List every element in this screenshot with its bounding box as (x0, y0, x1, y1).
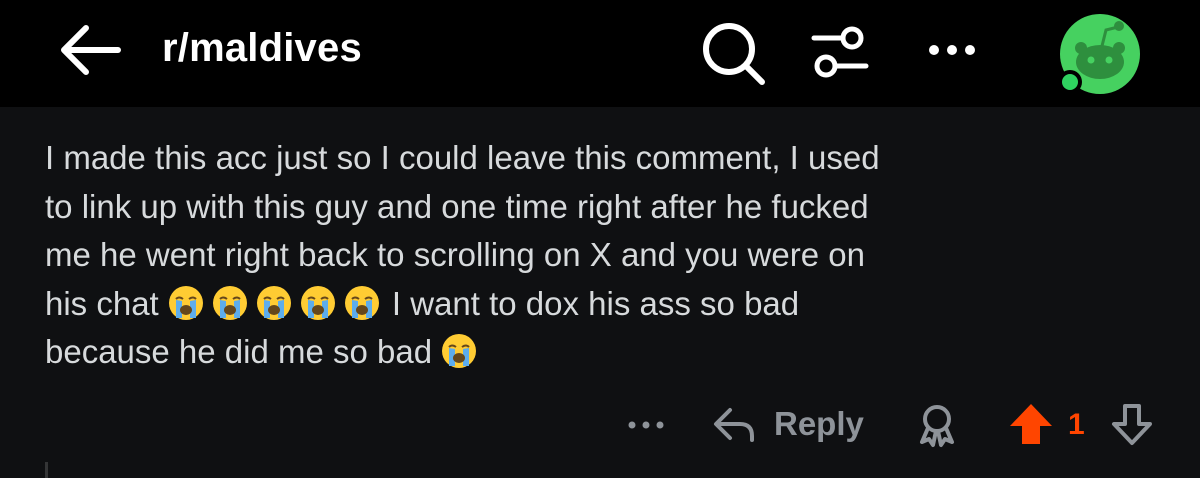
comment-line-text: his chat (45, 284, 159, 322)
reply-button[interactable]: Reply (712, 402, 864, 446)
comment-text: I made this acc just so I could leave th… (45, 134, 1165, 377)
comment-line-text: because he did me so bad (45, 333, 433, 370)
arrow-left-icon (61, 25, 121, 75)
filter-sliders-icon (811, 26, 869, 78)
comment-more-button[interactable] (622, 410, 670, 440)
comment-line-text: I want to dox his ass so bad (391, 284, 800, 322)
vote-count: 1 (1068, 408, 1085, 441)
filter-button[interactable] (808, 20, 872, 84)
award-button[interactable] (914, 402, 960, 448)
loudly-crying-face-emoji (168, 285, 203, 320)
downvote-button[interactable] (1110, 402, 1154, 446)
comment-line: to link up with this guy and one time ri… (45, 187, 869, 225)
avatar[interactable] (1048, 8, 1144, 100)
upvote-arrow-icon (1010, 404, 1052, 444)
search-icon (703, 23, 765, 85)
comment-line: me he went right back to scrolling on X … (45, 236, 865, 273)
loudly-crying-face-emoji (212, 285, 247, 320)
comment-line-with-emoji: his chat I want to dox his ass so bad (45, 280, 1165, 329)
loudly-crying-face-emoji (442, 334, 477, 368)
loudly-crying-face-emoji (344, 285, 379, 320)
snoo-avatar-icon (1058, 14, 1140, 94)
top-bar: r/maldives (0, 0, 1200, 107)
subreddit-title[interactable]: r/maldives (162, 24, 362, 72)
loudly-crying-face-emoji (300, 285, 335, 320)
back-button[interactable] (58, 22, 122, 78)
comment-line: I made this acc just so I could leave th… (45, 139, 880, 176)
search-button[interactable] (700, 20, 766, 86)
reply-arrow-icon (714, 408, 754, 442)
more-horizontal-icon (628, 421, 664, 429)
comment-action-bar: Reply 1 (0, 396, 1200, 456)
reply-label: Reply (774, 405, 864, 442)
loudly-crying-face-emoji (256, 285, 291, 320)
downvote-arrow-icon (1112, 404, 1152, 445)
upvote-button[interactable] (1008, 402, 1054, 446)
award-icon (920, 405, 954, 447)
more-options-button[interactable] (922, 30, 982, 70)
more-horizontal-icon (929, 45, 975, 55)
thread-line (45, 462, 48, 478)
comment-line-with-emoji: because he did me so bad (45, 328, 1165, 377)
